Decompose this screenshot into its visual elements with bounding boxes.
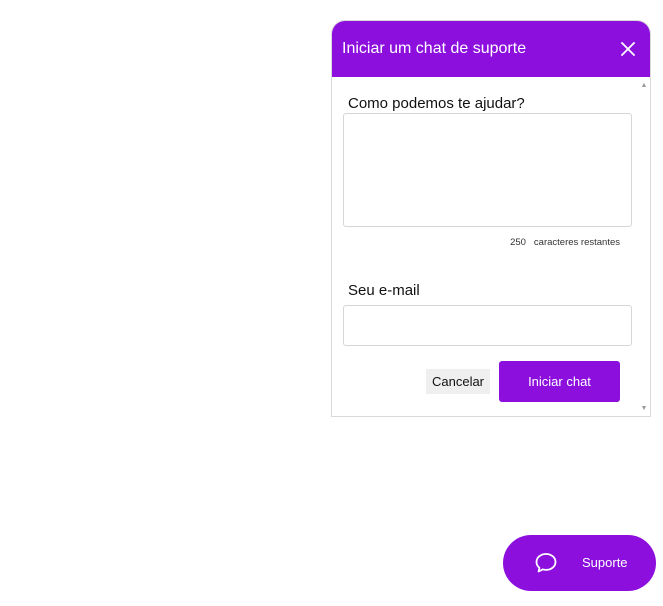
char-counter-label: caracteres restantes (533, 237, 620, 248)
cancel-button[interactable]: Cancelar (426, 369, 490, 394)
question-label: Como podemos te ajudar? (348, 95, 525, 112)
support-chat-panel: Iniciar um chat de suporte Como podemos … (331, 20, 651, 417)
start-chat-button[interactable]: Iniciar chat (499, 361, 620, 402)
scroll-down-arrow-icon[interactable]: ▼ (638, 402, 650, 414)
support-button-label: Suporte (582, 555, 628, 570)
message-textarea[interactable] (343, 113, 632, 227)
support-button[interactable]: Suporte (503, 535, 656, 591)
char-counter: 250 caracteres restantes (510, 237, 620, 248)
chat-title: Iniciar um chat de suporte (342, 40, 527, 57)
chat-bubble-icon (535, 553, 557, 573)
close-icon (621, 42, 635, 56)
email-label: Seu e-mail (348, 282, 420, 299)
scroll-up-arrow-icon[interactable]: ▲ (638, 79, 650, 91)
email-field[interactable] (343, 305, 632, 346)
close-button[interactable] (618, 39, 638, 59)
char-counter-value: 250 (510, 237, 526, 248)
chat-header: Iniciar um chat de suporte (332, 21, 650, 77)
chat-form: Como podemos te ajudar? 250 caracteres r… (332, 77, 638, 416)
scrollbar[interactable]: ▲ ▼ (638, 77, 650, 416)
